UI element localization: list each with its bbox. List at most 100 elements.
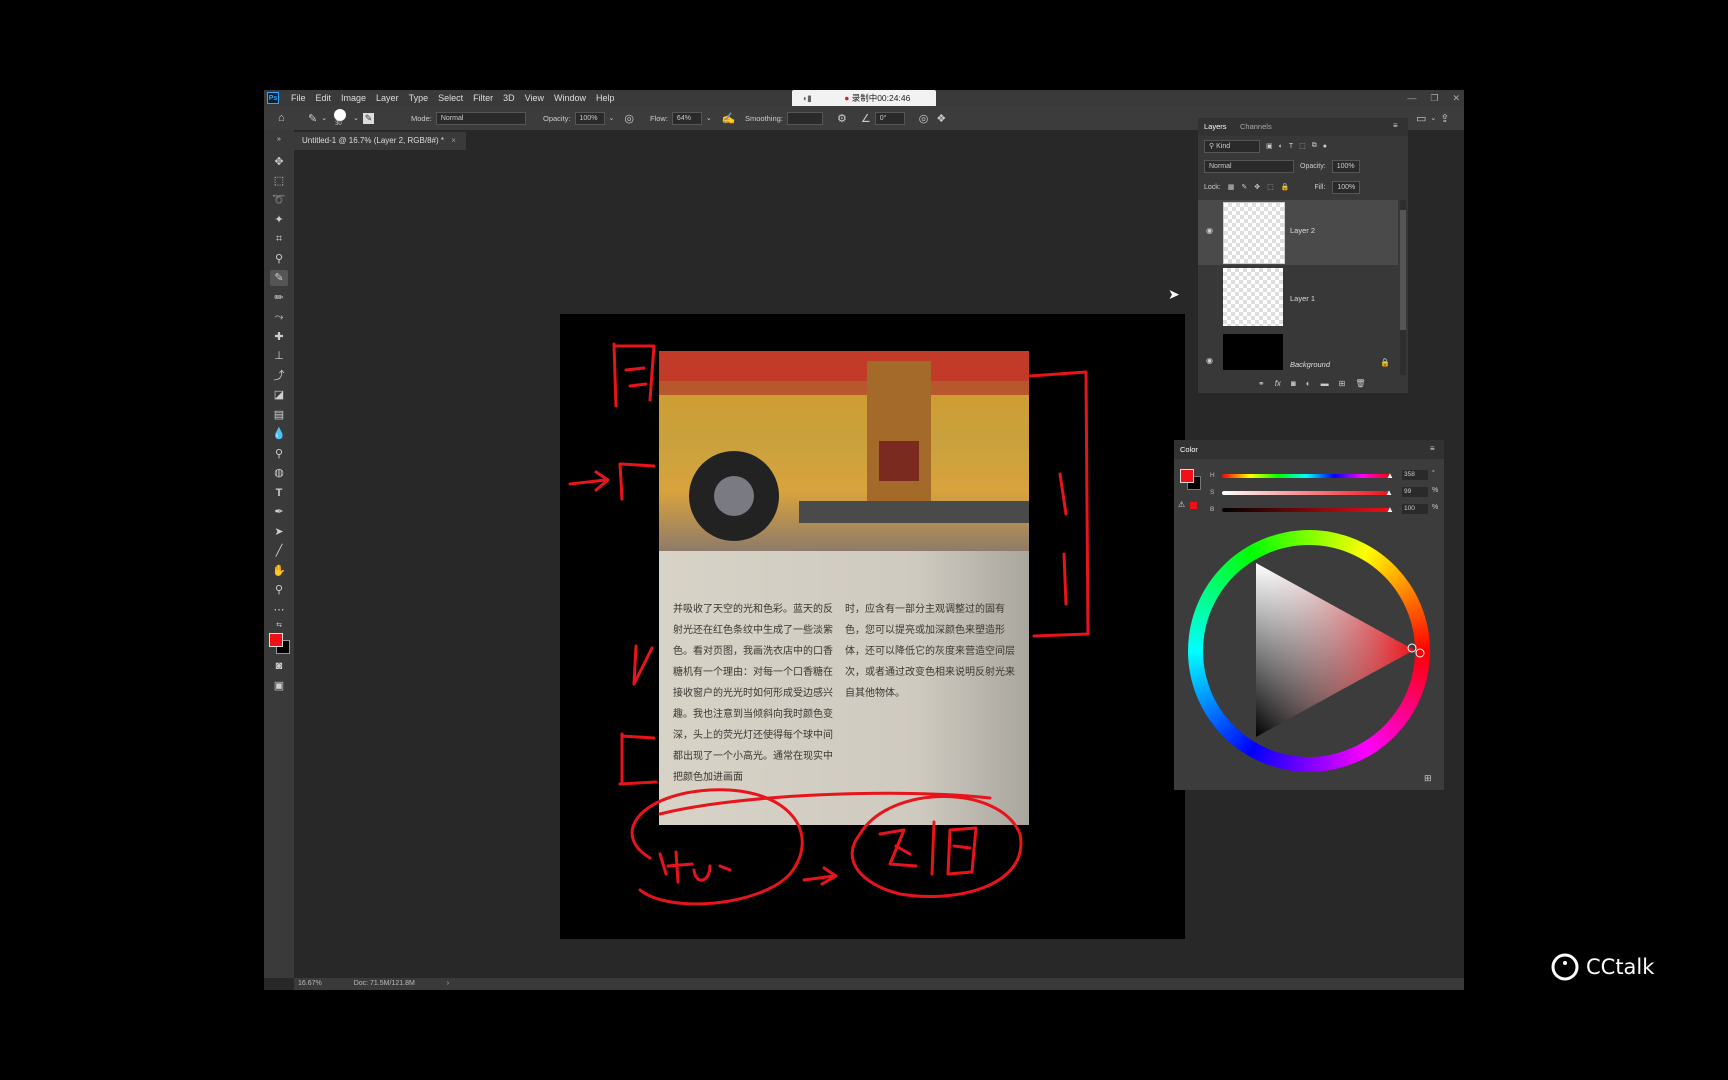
hand-tool-icon[interactable]: ✋ [270,563,288,579]
color-wheel[interactable] [1188,530,1430,772]
chevron-down-icon[interactable]: ⌄ [1430,114,1436,122]
filter-toggle-icon[interactable]: ● [1323,143,1327,150]
history-brush-tool-icon[interactable]: ⤳ [270,309,288,325]
chevron-down-icon[interactable]: ⌄ [353,114,359,122]
layer-name[interactable]: Layer 1 [1290,294,1315,303]
magic-wand-tool-icon[interactable]: ✦ [270,212,288,228]
menu-help[interactable]: Help [596,93,615,103]
eraser-tool-icon[interactable]: ◪ [270,387,288,403]
line-tool-icon[interactable]: ╱ [270,543,288,559]
add-swatch-icon[interactable]: ⊞ [1424,773,1432,784]
opacity-input[interactable]: 100% [574,111,605,125]
menu-image[interactable]: Image [341,93,366,103]
gamut-warning-icon[interactable]: ⚠ [1178,500,1185,509]
pressure-size-icon[interactable]: ◎ [919,112,929,125]
airbrush-icon[interactable]: ✍ [722,112,736,125]
menu-view[interactable]: View [525,93,544,103]
gradient-tool-icon[interactable]: ▤ [270,407,288,423]
chevron-down-icon[interactable]: ⌄ [706,114,712,122]
tab-layers[interactable]: Layers [1204,122,1227,131]
eye-icon[interactable]: ◉ [1206,226,1213,235]
panel-menu-icon[interactable]: ≡ [1393,121,1398,130]
add-mask-icon[interactable]: ◙ [1291,379,1296,388]
quick-mask-icon[interactable]: ◙ [270,658,288,674]
crop-tool-icon[interactable]: ⌗ [270,231,288,247]
adjustment-layer-icon[interactable]: ◐ [1306,379,1311,388]
stamp-tool-icon[interactable]: ⊥ [270,348,288,364]
home-icon[interactable]: ⌂ [278,112,285,124]
menu-type[interactable]: Type [409,93,429,103]
healing-brush-tool-icon[interactable]: ✚ [270,329,288,345]
filter-shape-icon[interactable]: ⬚ [1299,142,1306,150]
gamut-swatch[interactable] [1190,502,1197,509]
color-triangle[interactable] [1188,530,1430,772]
lock-pixels-icon[interactable]: ✎ [1241,183,1247,191]
link-layers-icon[interactable]: ⚭ [1258,379,1265,388]
smoothing-input[interactable] [786,111,823,125]
eyedropper-tool-icon[interactable]: ⚲ [270,251,288,267]
brightness-slider[interactable] [1222,508,1390,512]
lasso-tool-icon[interactable]: ➰ [270,192,288,208]
fill-input[interactable]: 100% [1332,180,1361,194]
close-tab-icon[interactable]: × [451,136,456,145]
lock-transparency-icon[interactable]: ▦ [1228,183,1235,191]
lock-all-icon[interactable]: 🔒 [1281,183,1290,191]
zoom-level[interactable]: 16.67% [298,980,322,987]
chevron-down-icon[interactable]: ⌄ [321,114,327,122]
layer-row-layer-2[interactable]: ◉ Layer 2 [1198,200,1398,265]
layer-name[interactable]: Background [1290,360,1330,369]
menu-window[interactable]: Window [554,93,586,103]
pen-tool-icon[interactable]: ✒ [270,504,288,520]
restore-icon[interactable]: ❐ [1430,93,1438,104]
collapse-icon[interactable]: » [270,132,288,148]
filter-adjustment-icon[interactable]: ◐ [1279,143,1283,150]
filter-smartobject-icon[interactable]: ⧉ [1312,142,1317,150]
saturation-input[interactable]: 99 [1402,487,1428,497]
brush-tool-icon[interactable]: ✎ [308,112,317,125]
brush-tool-icon[interactable]: ✎ [270,270,288,286]
layer-name[interactable]: Layer 2 [1290,226,1315,235]
brush-size-picker[interactable]: 30 [331,108,349,128]
foreground-color-swatch[interactable] [269,633,283,647]
pencil-tool-icon[interactable]: ✏ [270,290,288,306]
eye-icon[interactable]: ◉ [1206,356,1213,365]
pressure-opacity-icon[interactable]: ◎ [624,112,634,125]
layers-scrollbar[interactable] [1400,200,1406,375]
new-layer-icon[interactable]: ⊞ [1339,379,1346,388]
symmetry-icon[interactable]: ❖ [936,112,946,125]
status-arrow-icon[interactable]: › [447,980,449,987]
minimize-icon[interactable]: — [1407,93,1416,103]
foreground-color-swatch[interactable] [1180,469,1194,483]
move-tool-icon[interactable]: ✥ [270,154,288,170]
layer-row-background[interactable]: ◉ Background 🔒 [1198,334,1398,374]
art-history-tool-icon[interactable]: ⤴ [270,368,288,384]
menu-filter[interactable]: Filter [473,93,493,103]
document-canvas[interactable]: 并吸收了天空的光和色彩。蓝天的反射光还在红色条纹中生成了一些淡紫色。看对页图，我… [560,314,1185,939]
close-icon[interactable]: ✕ [1452,93,1460,104]
chevron-down-icon[interactable]: ⌄ [609,114,615,122]
hue-slider-handle-icon[interactable]: ▲ [1386,471,1394,480]
layer-row-layer-1[interactable]: Layer 1 [1198,268,1398,330]
type-tool-icon[interactable]: T [270,485,288,501]
marquee-tool-icon[interactable]: ⬚ [270,173,288,189]
color-swatches[interactable] [268,632,294,654]
menu-select[interactable]: Select [438,93,463,103]
menu-3d[interactable]: 3D [503,93,515,103]
brightness-input[interactable]: 100 [1402,504,1428,514]
lock-artboard-icon[interactable]: ⬚ [1267,183,1274,191]
share-icon[interactable]: ⇪ [1440,112,1449,125]
delete-layer-icon[interactable]: 🗑 [1355,379,1365,388]
more-tools-icon[interactable]: ⋯ [270,602,288,618]
blur-tool-icon[interactable]: 💧 [270,426,288,442]
color-panel-swatches[interactable] [1180,469,1204,493]
filter-kind-select[interactable]: ⚲ Kind [1204,139,1260,153]
tab-channels[interactable]: Channels [1240,122,1272,131]
screen-mode-icon[interactable]: ▣ [270,678,288,694]
gear-icon[interactable]: ⚙ [837,112,847,125]
hue-input[interactable]: 358 [1402,470,1428,480]
angle-input[interactable]: 0° [874,111,905,125]
brightness-slider-handle-icon[interactable]: ▲ [1386,505,1394,514]
saturation-slider-handle-icon[interactable]: ▲ [1385,488,1393,497]
filter-pixel-icon[interactable]: ▣ [1266,142,1273,150]
color-panel-title[interactable]: Color [1180,445,1198,454]
